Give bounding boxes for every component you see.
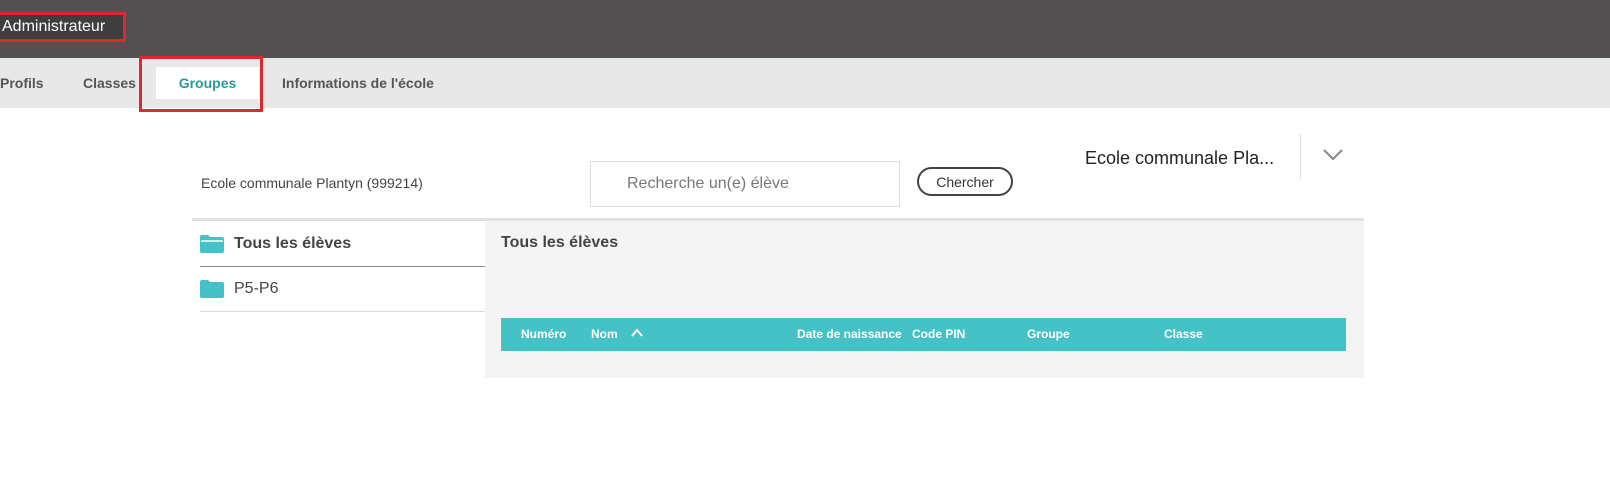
table-header: Numéro Nom Date de naissance Code PIN Gr…: [501, 318, 1346, 351]
folder-open-icon: [200, 235, 224, 253]
sidebar-item-p5-p6[interactable]: P5-P6: [200, 268, 485, 312]
school-select-value[interactable]: Ecole communale Pla...: [1085, 148, 1274, 169]
column-header-code-pin[interactable]: Code PIN: [912, 318, 965, 351]
sidebar-item-tous-les-eleves[interactable]: Tous les élèves: [200, 223, 485, 267]
tab-classes[interactable]: Classes: [83, 58, 136, 108]
column-header-nom[interactable]: Nom: [591, 318, 671, 351]
school-label: Ecole communale Plantyn (999214): [201, 175, 423, 191]
select-divider: [1300, 134, 1301, 180]
top-bar: Administrateur: [0, 0, 1610, 58]
sidebar-item-label: P5-P6: [234, 280, 279, 297]
column-header-groupe[interactable]: Groupe: [1027, 318, 1070, 351]
admin-title[interactable]: Administrateur: [0, 12, 126, 42]
column-header-label: Nom: [591, 327, 618, 341]
column-header-classe[interactable]: Classe: [1164, 318, 1203, 351]
tab-informations-ecole[interactable]: Informations de l'école: [282, 58, 434, 108]
sidebar-item-label: Tous les élèves: [234, 235, 352, 252]
chevron-down-icon[interactable]: [1322, 148, 1344, 162]
folder-icon: [200, 280, 224, 298]
nav-bar: Profils Classes Groupes Informations de …: [0, 58, 1610, 108]
tab-profils[interactable]: Profils: [0, 58, 44, 108]
column-header-numero[interactable]: Numéro: [521, 318, 566, 351]
tab-groupes[interactable]: Groupes: [156, 67, 259, 99]
search-input[interactable]: [591, 162, 899, 206]
column-header-date-naissance[interactable]: Date de naissance: [797, 318, 902, 351]
main-panel: Tous les élèves Numéro Nom Date de naiss…: [485, 221, 1364, 378]
sort-ascending-icon: [631, 328, 643, 337]
main-title: Tous les élèves: [501, 234, 619, 251]
search-button[interactable]: Chercher: [917, 167, 1013, 196]
search-box: [590, 161, 900, 207]
